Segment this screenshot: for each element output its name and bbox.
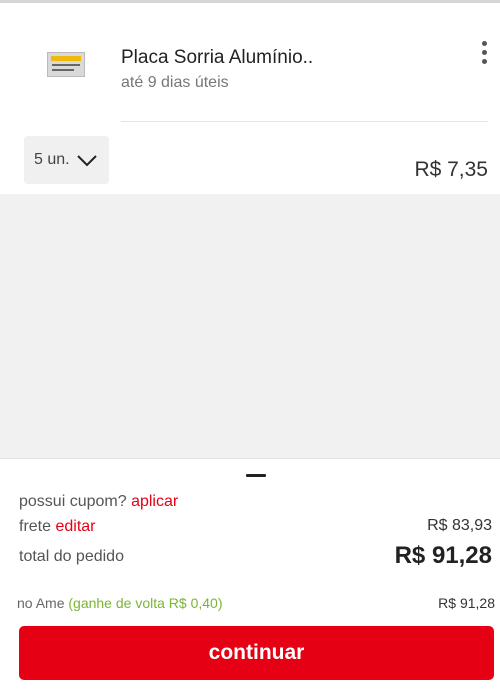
product-thumbnail[interactable] bbox=[47, 52, 85, 77]
item-divider bbox=[121, 121, 488, 122]
coupon-row: possui cupom? aplicar bbox=[19, 493, 178, 511]
continue-button[interactable]: continuar bbox=[19, 626, 494, 680]
coupon-label: possui cupom? bbox=[19, 493, 127, 510]
product-title[interactable]: Placa Sorria Alumínio.. bbox=[121, 47, 313, 69]
apply-coupon-link[interactable]: aplicar bbox=[131, 493, 178, 510]
shipping-label: frete bbox=[19, 518, 52, 535]
item-price: R$ 7,35 bbox=[414, 158, 488, 181]
ame-cashback: (ganhe de volta R$ 0,40) bbox=[68, 595, 223, 611]
shipping-value: R$ 83,93 bbox=[427, 517, 492, 534]
chevron-down-icon bbox=[77, 155, 97, 167]
order-summary-sheet: possui cupom? aplicar frete editar R$ 83… bbox=[0, 458, 500, 698]
ame-label: no Ame bbox=[17, 595, 65, 611]
shipping-row: frete editar bbox=[19, 518, 96, 536]
drag-handle-icon[interactable] bbox=[246, 474, 266, 477]
ame-row: no Ame (ganhe de volta R$ 0,40) bbox=[17, 595, 222, 611]
delivery-estimate: até 9 dias úteis bbox=[121, 74, 229, 91]
order-total-label: total do pedido bbox=[19, 548, 124, 565]
cart-item-card: Placa Sorria Alumínio.. até 9 dias úteis… bbox=[0, 3, 500, 194]
quantity-selector[interactable]: 5 un. bbox=[24, 136, 109, 184]
more-vertical-icon[interactable] bbox=[478, 41, 490, 65]
quantity-value: 5 un. bbox=[34, 151, 70, 168]
edit-shipping-link[interactable]: editar bbox=[55, 518, 95, 535]
order-total-value: R$ 91,28 bbox=[394, 542, 492, 569]
ame-value: R$ 91,28 bbox=[438, 595, 495, 611]
